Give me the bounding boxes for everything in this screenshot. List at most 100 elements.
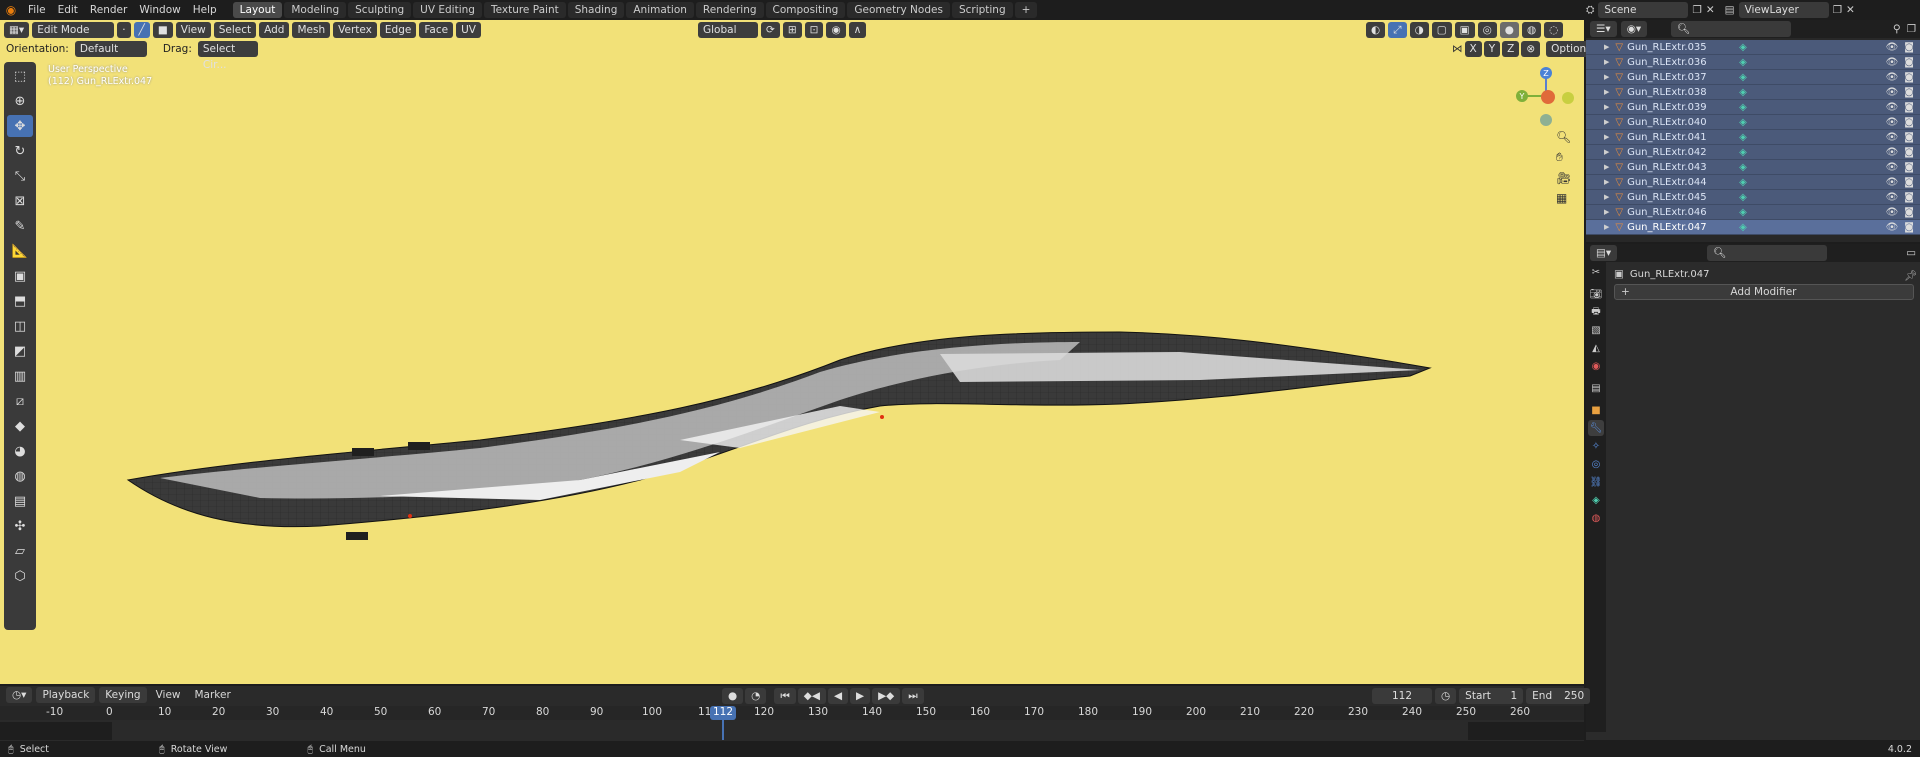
list-item[interactable]: ▶ ▽ Gun_RLExtr.040 ◈ 👁︎ ◙ (1586, 115, 1920, 130)
menu-file[interactable]: File (22, 0, 52, 20)
material-shading-icon[interactable]: ◍ (1521, 22, 1542, 38)
expand-icon[interactable]: ▶ (1604, 175, 1609, 190)
mode-dropdown[interactable]: Edit Mode (32, 22, 115, 38)
eye-icon[interactable]: 👁︎ (1886, 160, 1899, 175)
record-icon[interactable]: ● (722, 688, 744, 704)
eye-icon[interactable]: 👁︎ (1886, 175, 1899, 190)
properties-editor-icon[interactable]: ▤▾ (1590, 245, 1618, 261)
next-keyframe-icon[interactable]: ▶◆ (872, 688, 901, 704)
knife-tool-icon[interactable]: ⧄ (7, 390, 33, 412)
menu-vertex[interactable]: Vertex (333, 22, 377, 38)
new-viewlayer-icon[interactable]: ❐ (1833, 4, 1842, 16)
face-select-icon[interactable]: ■ (152, 22, 173, 38)
jump-end-icon[interactable]: ⏭ (902, 688, 924, 704)
camera-icon[interactable]: ◙ (1904, 70, 1914, 85)
expand-icon[interactable]: ▶ (1604, 40, 1609, 55)
eye-icon[interactable]: 👁︎ (1886, 190, 1899, 205)
output-tab-icon[interactable]: 🖶 (1588, 304, 1604, 320)
render-tab-icon[interactable]: 📷︎ (1588, 286, 1604, 302)
pin-icon[interactable]: 📌︎ (1904, 269, 1917, 282)
expand-icon[interactable]: ▶ (1604, 70, 1609, 85)
extrude-tool-icon[interactable]: ⬒ (7, 290, 33, 312)
eye-icon[interactable]: 👁︎ (1886, 40, 1899, 55)
world-tab-icon[interactable]: ◉ (1588, 358, 1604, 374)
camera-icon[interactable]: ◙ (1904, 220, 1914, 235)
constraints-tab-icon[interactable]: ⛓ (1588, 474, 1604, 490)
list-item[interactable]: ▶ ▽ Gun_RLExtr.043 ◈ 👁︎ ◙ (1586, 160, 1920, 175)
menu-mesh[interactable]: Mesh (292, 22, 331, 38)
auto-merge-icon[interactable]: ⊗ (1521, 41, 1541, 57)
tool-tab-icon[interactable]: ✂ (1588, 264, 1604, 280)
menu-view[interactable]: View (175, 22, 211, 38)
keyframe-auto-icon[interactable]: ◔ (745, 688, 767, 704)
outliner-editor-icon[interactable]: ☰▾ (1590, 21, 1617, 37)
expand-icon[interactable]: ▶ (1604, 205, 1609, 220)
inset-tool-icon[interactable]: ◫ (7, 315, 33, 337)
orientation-dropdown[interactable]: Default (74, 41, 147, 57)
menu-marker[interactable]: Marker (190, 689, 236, 701)
expand-icon[interactable]: ▶ (1604, 115, 1609, 130)
eye-icon[interactable]: 👁︎ (1886, 205, 1899, 220)
filter-icon[interactable]: ⚲ (1893, 23, 1901, 35)
tab-animation[interactable]: Animation (626, 2, 694, 18)
clock-icon[interactable]: ◷ (1435, 688, 1457, 704)
new-collection-icon[interactable]: ❐ (1907, 23, 1916, 35)
jump-start-icon[interactable]: ⏮ (774, 688, 796, 704)
list-item-active[interactable]: ▶ ▽ Gun_RLExtr.047 ◈ 👁︎ ◙ (1586, 220, 1920, 235)
camera-icon[interactable]: ◙ (1904, 175, 1914, 190)
collection-tab-icon[interactable]: ▤ (1588, 380, 1604, 396)
viewlayer-field[interactable]: ViewLayer (1738, 2, 1829, 18)
tab-uv-editing[interactable]: UV Editing (413, 2, 482, 18)
edge-slide-tool-icon[interactable]: ▤ (7, 490, 33, 512)
play-reverse-icon[interactable]: ◀ (827, 688, 849, 704)
menu-edit[interactable]: Edit (52, 0, 84, 20)
gizmo-toggle-icon[interactable]: ⤢ (1388, 22, 1407, 38)
annotate-tool-icon[interactable]: ✎ (7, 215, 33, 237)
add-cube-tool-icon[interactable]: ▣ (7, 265, 33, 287)
add-modifier-button[interactable]: + Add Modifier (1614, 284, 1914, 300)
menu-help[interactable]: Help (187, 0, 223, 20)
current-frame-field[interactable]: 112 (1372, 688, 1432, 704)
proportional-edit-icon[interactable]: ◉ (826, 22, 846, 38)
scene-tab-icon[interactable]: ◭ (1588, 340, 1604, 356)
list-item[interactable]: ▶ ▽ Gun_RLExtr.044 ◈ 👁︎ ◙ (1586, 175, 1920, 190)
menu-playback[interactable]: Playback (36, 687, 96, 703)
eye-icon[interactable]: 👁︎ (1886, 55, 1899, 70)
menu-face[interactable]: Face (419, 22, 454, 38)
prev-keyframe-icon[interactable]: ◆◀ (797, 688, 826, 704)
transform-tool-icon[interactable]: ⊠ (7, 190, 33, 212)
outliner-search-input[interactable]: 🔍︎ (1671, 21, 1792, 37)
playhead-line[interactable] (722, 720, 724, 740)
properties-search-input[interactable]: 🔍︎ (1707, 245, 1828, 261)
ortho-grid-icon[interactable]: ▦ (1556, 191, 1571, 205)
xray-icon[interactable]: ▣ (1454, 22, 1475, 38)
collapse-icon[interactable]: ▭ (1906, 247, 1916, 259)
list-item[interactable]: ▶ ▽ Gun_RLExtr.046 ◈ 👁︎ ◙ (1586, 205, 1920, 220)
eye-icon[interactable]: 👁︎ (1886, 85, 1899, 100)
tab-compositing[interactable]: Compositing (765, 2, 846, 18)
expand-icon[interactable]: ▶ (1604, 55, 1609, 70)
tab-geometry-nodes[interactable]: Geometry Nodes (847, 2, 950, 18)
scale-tool-icon[interactable]: ⤡ (7, 165, 33, 187)
menu-keying[interactable]: Keying (99, 687, 147, 703)
blender-logo-icon[interactable]: ◉ (0, 3, 22, 17)
menu-uv[interactable]: UV (456, 22, 481, 38)
camera-icon[interactable]: ◙ (1904, 115, 1914, 130)
camera-icon[interactable]: ◙ (1904, 85, 1914, 100)
gizmo-neg-y-axis[interactable] (1562, 92, 1574, 104)
spin-tool-icon[interactable]: ◕ (7, 440, 33, 462)
expand-icon[interactable]: ▶ (1604, 85, 1609, 100)
rendered-shading-icon[interactable]: ◌ (1544, 22, 1564, 38)
modifier-tab-icon[interactable]: 🔧︎ (1588, 420, 1604, 436)
measure-tool-icon[interactable]: 📐 (7, 240, 33, 262)
camera-icon[interactable]: ◙ (1904, 130, 1914, 145)
eye-icon[interactable]: 👁︎ (1886, 130, 1899, 145)
loop-cut-tool-icon[interactable]: ▥ (7, 365, 33, 387)
expand-icon[interactable]: ▶ (1604, 190, 1609, 205)
start-frame-field[interactable]: Start 1 (1459, 688, 1524, 704)
eye-icon[interactable]: 👁︎ (1886, 220, 1899, 235)
spaceship-mesh[interactable] (120, 320, 1440, 560)
menu-window[interactable]: Window (133, 0, 186, 20)
gizmo-neg-z-axis[interactable] (1540, 114, 1552, 126)
rip-tool-icon[interactable]: ⬡ (7, 565, 33, 587)
